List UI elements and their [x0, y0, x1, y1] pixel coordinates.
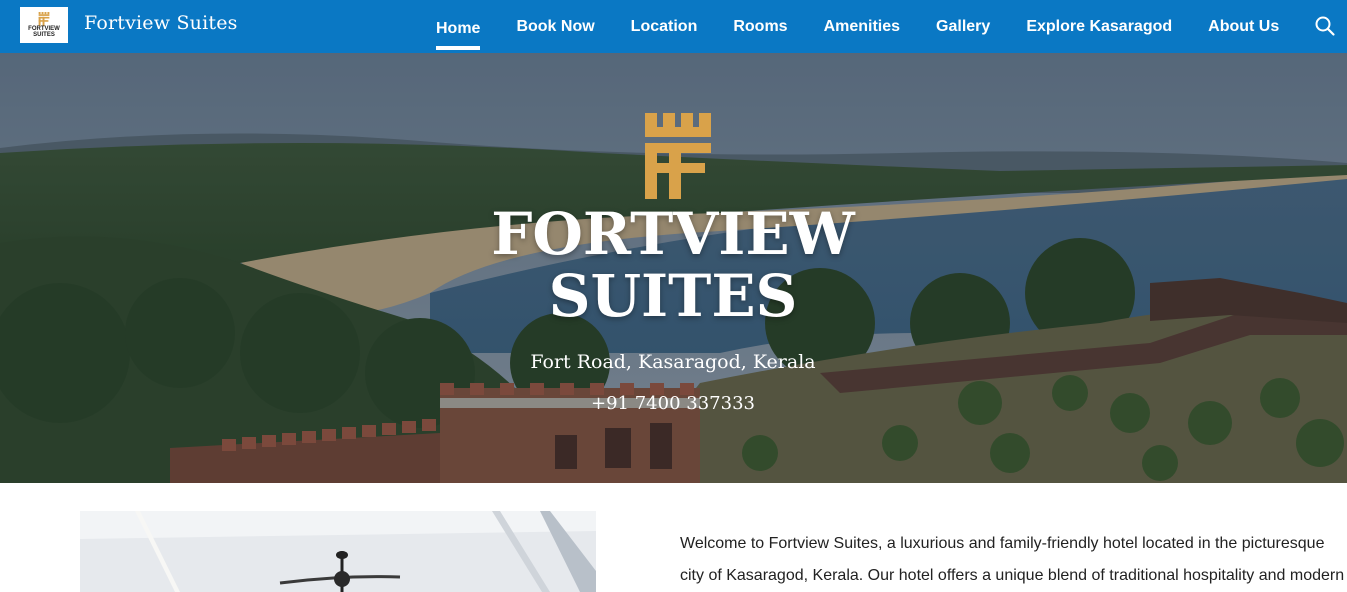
- nav-item-book-now[interactable]: Book Now: [498, 0, 612, 53]
- nav-item-location[interactable]: Location: [613, 0, 716, 53]
- intro-line-1: Welcome to Fortview Suites, a luxurious …: [680, 535, 1325, 552]
- room-ceiling-image: [80, 511, 596, 592]
- brand-logo[interactable]: FORTVIEW SUITES: [20, 7, 68, 43]
- main-nav: Home Book Now Location Rooms Amenities G…: [418, 0, 1297, 53]
- site-title[interactable]: Fortview Suites: [84, 12, 238, 34]
- room-photo: [80, 511, 596, 592]
- intro-line-2: city of Kasaragod, Kerala. Our hotel off…: [680, 567, 1345, 584]
- nav-item-amenities[interactable]: Amenities: [806, 0, 918, 53]
- nav-item-explore-kasaragod[interactable]: Explore Kasaragod: [1008, 0, 1190, 53]
- fort-logo-icon: [645, 113, 711, 199]
- hero-address: Fort Road, Kasaragod, Kerala: [530, 351, 816, 373]
- hero-banner: FORTVIEW SUITES Fort Road, Kasaragod, Ke…: [0, 53, 1347, 483]
- hero-title-line1: FORTVIEW: [491, 200, 855, 268]
- nav-item-home[interactable]: Home: [418, 0, 498, 53]
- search-button[interactable]: [1314, 15, 1336, 37]
- search-icon: [1315, 16, 1335, 36]
- top-navbar: FORTVIEW SUITES Fortview Suites Home Boo…: [0, 0, 1347, 53]
- nav-item-gallery[interactable]: Gallery: [918, 0, 1008, 53]
- hero-title-line2: SUITES: [548, 262, 798, 330]
- hero-phone[interactable]: +91 7400 337333: [373, 393, 973, 414]
- intro-paragraph: Welcome to Fortview Suites, a luxurious …: [680, 528, 1347, 592]
- nav-item-rooms[interactable]: Rooms: [715, 0, 805, 53]
- hero-title: FORTVIEW SUITES: [373, 205, 973, 325]
- logo-text: FORTVIEW SUITES: [28, 26, 60, 38]
- nav-item-about-us[interactable]: About Us: [1190, 0, 1297, 53]
- fort-logo-icon: [38, 12, 50, 26]
